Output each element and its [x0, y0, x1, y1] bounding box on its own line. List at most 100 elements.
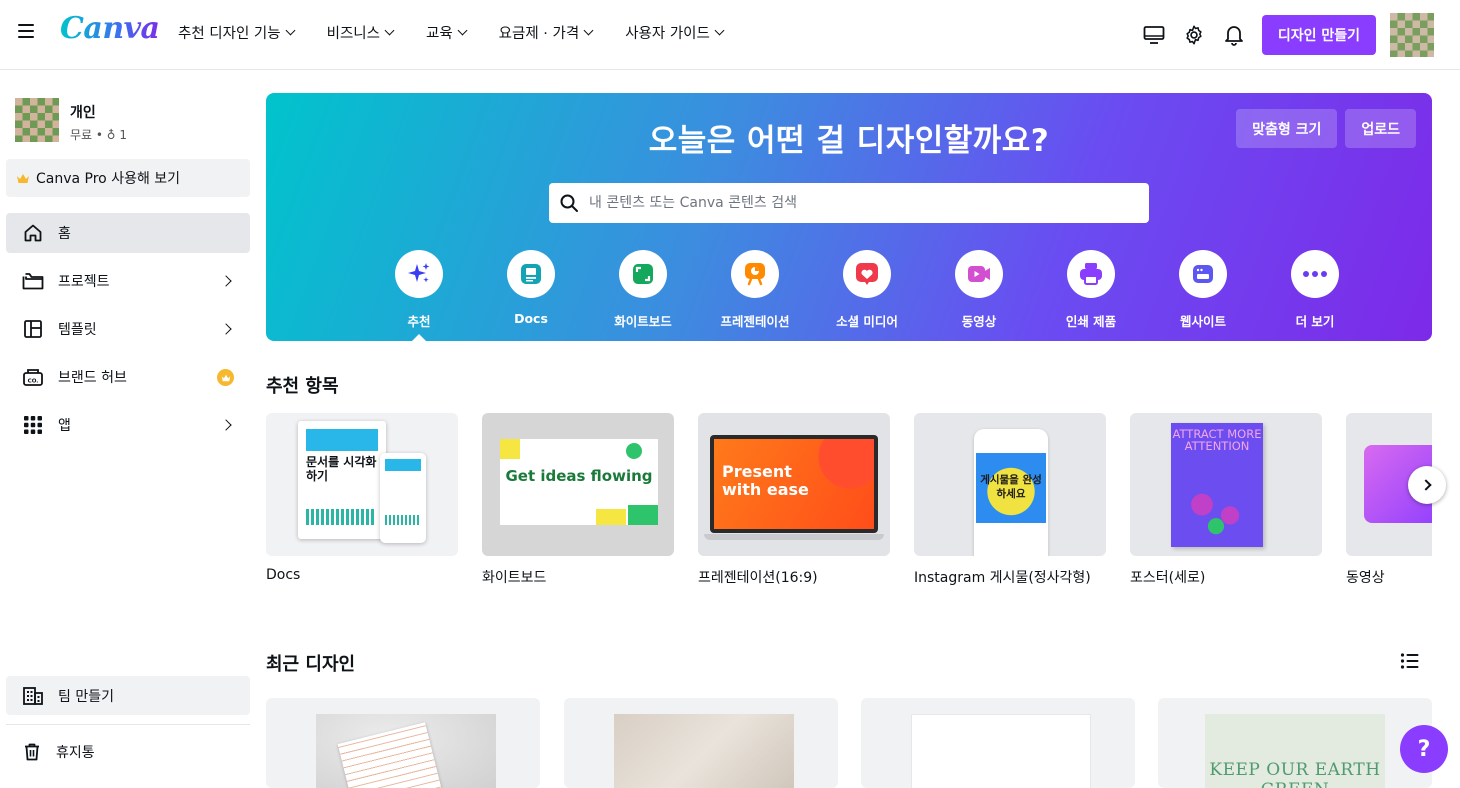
- docs-thumbnail: 문서를 시각화하기: [266, 413, 458, 556]
- canva-logo[interactable]: Canva: [60, 11, 160, 46]
- premium-crown-icon: [217, 369, 234, 386]
- hero-actions: 맞춤형 크기 업로드: [1236, 109, 1416, 148]
- svg-text:CO.: CO.: [28, 379, 39, 385]
- recommended-presentation[interactable]: Present with ease 프레젠테이션(16:9): [698, 413, 890, 587]
- instagram-thumbnail: 게시물을 완성하세요: [914, 413, 1106, 556]
- category-whiteboard[interactable]: 화이트보드: [587, 250, 699, 330]
- sidebar-divider: [6, 724, 250, 725]
- chevron-down-icon: [457, 25, 468, 36]
- design-categories: 추천 Docs 화이트보드 프레젠테이션 소셜 미디어 동영상 인쇄 제품 웹사…: [363, 250, 1371, 341]
- category-social-media[interactable]: 소셜 미디어: [811, 250, 923, 330]
- category-print[interactable]: 인쇄 제품: [1035, 250, 1147, 330]
- sidebar-item-home[interactable]: 홈: [6, 213, 250, 253]
- sidebar-item-templates[interactable]: 템플릿: [6, 309, 250, 349]
- top-navigation: 추천 디자인 기능 비즈니스 교육 요금제 · 가격 사용자 가이드: [178, 22, 756, 43]
- building-icon: [22, 686, 44, 706]
- create-team-button[interactable]: 팀 만들기: [6, 676, 250, 715]
- recommended-carousel: 문서를 시각화하기 Docs Get ideas flowing 화이트보드 P…: [266, 413, 1432, 593]
- chevron-down-icon: [714, 25, 725, 36]
- printer-icon: [1067, 250, 1115, 298]
- nav-pricing[interactable]: 요금제 · 가격: [499, 22, 594, 43]
- recent-design-2[interactable]: [564, 698, 838, 788]
- selected-pointer: [410, 334, 428, 341]
- gear-icon[interactable]: [1174, 15, 1214, 55]
- sidebar-item-projects[interactable]: 프로젝트: [6, 261, 250, 301]
- nav-guide[interactable]: 사용자 가이드: [625, 22, 725, 43]
- website-icon: [1179, 250, 1227, 298]
- chevron-down-icon: [285, 25, 296, 36]
- recommended-instagram-post[interactable]: 게시물을 완성하세요 Instagram 게시물(정사각형): [914, 413, 1106, 587]
- recommended-docs[interactable]: 문서를 시각화하기 Docs: [266, 413, 458, 583]
- profile-name: 개인: [70, 105, 96, 121]
- search-icon: [559, 193, 579, 213]
- nav-featured[interactable]: 추천 디자인 기능: [178, 22, 296, 43]
- chevron-down-icon: [583, 25, 594, 36]
- help-button[interactable]: ?: [1400, 725, 1448, 773]
- recommended-poster[interactable]: ATTRACT MORE ATTENTION 포스터(세로): [1130, 413, 1322, 587]
- sidebar-item-brand-hub[interactable]: CO. 브랜드 허브: [6, 357, 250, 397]
- template-icon: [22, 318, 44, 340]
- recent-thumbnail: [614, 714, 794, 788]
- sidebar-item-apps[interactable]: 앱: [6, 405, 250, 445]
- chevron-right-icon: [220, 323, 232, 335]
- desktop-icon[interactable]: [1134, 15, 1174, 55]
- sidebar-item-trash[interactable]: 휴지통: [6, 732, 250, 772]
- sparkle-icon: [395, 250, 443, 298]
- sidebar: 개인 무료 • ♁ 1 Canva Pro 사용해 보기 홈 프로젝트 템플릿 …: [0, 70, 256, 780]
- presentation-thumbnail: Present with ease: [698, 413, 890, 556]
- carousel-next-button[interactable]: [1408, 466, 1446, 504]
- upload-button[interactable]: 업로드: [1345, 109, 1416, 148]
- recent-thumbnail: [316, 714, 496, 788]
- chevron-right-icon: [1419, 479, 1432, 491]
- presentation-icon: [731, 250, 779, 298]
- category-docs[interactable]: Docs: [475, 250, 587, 330]
- whiteboard-icon: [619, 250, 667, 298]
- avatar[interactable]: [1390, 13, 1434, 57]
- heart-icon: [843, 250, 891, 298]
- sidebar-nav: 홈 프로젝트 템플릿 CO. 브랜드 허브 앱: [6, 213, 250, 453]
- more-icon: [1291, 250, 1339, 298]
- create-design-button[interactable]: 디자인 만들기: [1261, 15, 1376, 55]
- recent-design-4[interactable]: KEEP OUR EARTH GREEN: [1158, 698, 1432, 788]
- custom-size-button[interactable]: 맞춤형 크기: [1236, 109, 1338, 148]
- profile-avatar: [15, 98, 59, 142]
- bell-icon[interactable]: [1214, 15, 1254, 55]
- video-icon: [955, 250, 1003, 298]
- chevron-right-icon: [220, 419, 232, 431]
- profile-meta: 무료 • ♁ 1: [70, 128, 128, 142]
- chevron-right-icon: [220, 275, 232, 287]
- category-recommended[interactable]: 추천: [363, 250, 475, 341]
- menu-icon[interactable]: [18, 24, 34, 40]
- poster-thumbnail: ATTRACT MORE ATTENTION: [1130, 413, 1322, 556]
- folder-icon: [22, 270, 44, 292]
- search-bar[interactable]: [549, 183, 1149, 223]
- nav-business[interactable]: 비즈니스: [327, 22, 395, 43]
- docs-icon: [507, 250, 555, 298]
- top-bar: Canva 추천 디자인 기능 비즈니스 교육 요금제 · 가격 사용자 가이드…: [0, 0, 1460, 70]
- recent-thumbnail: [911, 714, 1091, 788]
- whiteboard-thumbnail: Get ideas flowing: [482, 413, 674, 556]
- search-input[interactable]: [589, 195, 1129, 211]
- recommended-title: 추천 항목: [266, 376, 339, 397]
- try-pro-button[interactable]: Canva Pro 사용해 보기: [6, 159, 250, 197]
- crown-icon: [16, 172, 30, 188]
- category-more[interactable]: 더 보기: [1259, 250, 1371, 330]
- profile-switcher[interactable]: 개인 무료 • ♁ 1: [15, 98, 127, 143]
- recent-title: 최근 디자인: [266, 654, 356, 675]
- nav-education[interactable]: 교육: [426, 22, 468, 43]
- home-icon: [22, 222, 44, 244]
- hero-banner: 오늘은 어떤 걸 디자인할까요? 맞춤형 크기 업로드 추천 Docs: [266, 93, 1432, 341]
- recent-design-1[interactable]: [266, 698, 540, 788]
- list-view-icon[interactable]: [1400, 652, 1424, 672]
- brand-icon: CO.: [22, 366, 44, 388]
- recommended-whiteboard[interactable]: Get ideas flowing 화이트보드: [482, 413, 674, 587]
- trash-icon: [22, 742, 42, 762]
- chevron-down-icon: [384, 25, 395, 36]
- top-right-actions: 디자인 만들기: [1134, 13, 1434, 57]
- category-presentation[interactable]: 프레젠테이션: [699, 250, 811, 330]
- category-website[interactable]: 웹사이트: [1147, 250, 1259, 330]
- apps-grid-icon: [22, 414, 44, 436]
- recent-design-3[interactable]: [861, 698, 1135, 788]
- category-video[interactable]: 동영상: [923, 250, 1035, 330]
- recent-thumbnail: KEEP OUR EARTH GREEN: [1205, 714, 1385, 788]
